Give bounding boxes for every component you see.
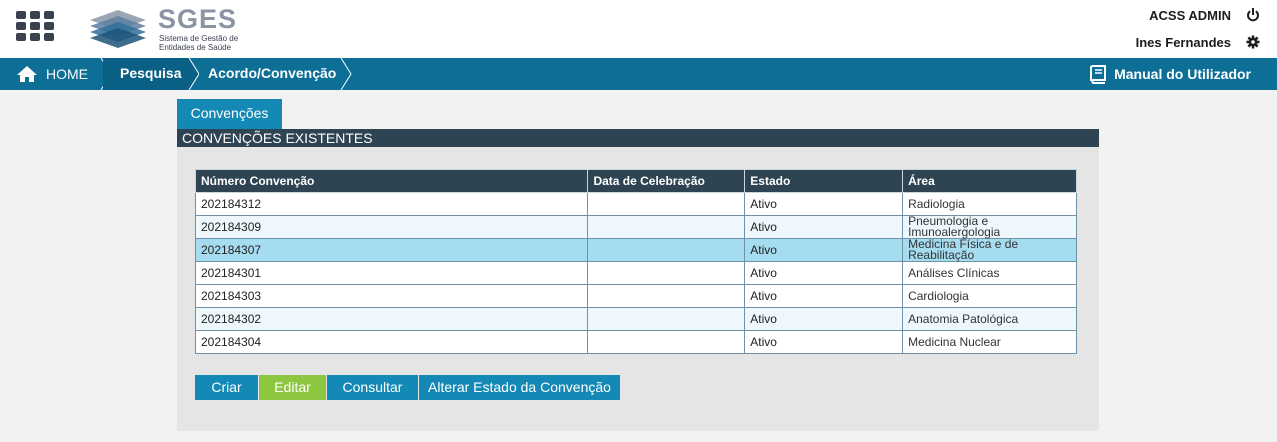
cell-data [587,261,746,285]
cell-area: Pneumologia e Imunoalergologia [902,215,1077,239]
cell-estado: Ativo [744,192,904,216]
table-row[interactable]: 202184312 Ativo Radiologia [194,192,1077,216]
table-row[interactable]: 202184303 Ativo Cardiologia [194,284,1077,308]
user-name[interactable]: Ines Fernandes [1136,35,1231,50]
home-icon [17,66,37,82]
tab-convencoes[interactable]: Convenções [177,99,282,129]
column-header-estado[interactable]: Estado [744,169,904,193]
cell-area: Análises Clínicas [902,261,1077,285]
column-header-data[interactable]: Data de Celebração [587,169,746,193]
cell-numero: 202184303 [194,284,589,308]
cell-numero: 202184307 [194,238,589,262]
cell-data [587,215,746,239]
book-icon [1090,65,1107,84]
manual-link[interactable]: Manual do Utilizador [1088,58,1251,90]
cell-area: Radiologia [902,192,1077,216]
alterar-estado-button[interactable]: Alterar Estado da Convenção [419,375,621,400]
table-row[interactable]: 202184301 Ativo Análises Clínicas [194,261,1077,285]
manual-label: Manual do Utilizador [1114,66,1251,82]
cell-estado: Ativo [744,261,904,285]
cell-data [587,192,746,216]
cell-estado: Ativo [744,330,904,354]
action-buttons: Criar Editar Consultar Alterar Estado da… [195,375,621,400]
breadcrumb-separator-icon [187,58,199,90]
app-name: SGES [158,4,238,34]
table-row[interactable]: 202184302 Ativo Anatomia Patológica [194,307,1077,331]
cell-numero: 202184312 [194,192,589,216]
table-row[interactable]: 202184309 Ativo Pneumologia e Imunoalerg… [194,215,1077,239]
cell-estado: Ativo [744,307,904,331]
cell-estado: Ativo [744,215,904,239]
cell-data [587,238,746,262]
breadcrumb-separator-icon [340,58,352,90]
cell-area: Medicina Física e de Reabilitação [902,238,1077,262]
table-row[interactable]: 202184304 Ativo Medicina Nuclear [194,330,1077,354]
cell-area: Cardiologia [902,284,1077,308]
cell-estado: Ativo [744,284,904,308]
cell-area: Anatomia Patológica [902,307,1077,331]
column-header-numero[interactable]: Número Convenção [194,169,589,193]
top-header: SGES Sistema de Gestão de Entidades de S… [0,0,1277,58]
breadcrumb-acordo-convencao[interactable]: Acordo/Convenção [208,58,336,90]
power-icon[interactable] [1246,7,1260,23]
apps-grid-icon[interactable] [16,11,54,41]
table-header-row: Número Convenção Data de Celebração Esta… [194,169,1077,193]
cell-estado: Ativo [744,238,904,262]
breadcrumb-home[interactable]: HOME [16,58,88,90]
cell-data [587,307,746,331]
cell-data [587,284,746,308]
app-subtitle: Sistema de Gestão de Entidades de Saúde [159,34,239,52]
consultar-button[interactable]: Consultar [327,375,419,400]
sges-logo[interactable]: SGES Sistema de Gestão de Entidades de S… [88,4,258,54]
editar-button[interactable]: Editar [259,375,327,400]
column-header-area[interactable]: Área [902,169,1077,193]
user-role: ACSS ADMIN [1149,8,1231,23]
cell-numero: 202184302 [194,307,589,331]
breadcrumb-home-label: HOME [46,66,88,82]
cell-data [587,330,746,354]
breadcrumb: HOME Pesquisa Acordo/Convenção Manual do… [0,58,1277,90]
breadcrumb-pesquisa[interactable]: Pesquisa [103,58,189,90]
criar-button[interactable]: Criar [195,375,259,400]
gear-icon[interactable] [1246,34,1260,50]
logo-mark-icon [90,10,146,48]
section-title: CONVENÇÕES EXISTENTES [177,129,1099,147]
cell-area: Medicina Nuclear [902,330,1077,354]
table-row-selected[interactable]: 202184307 Ativo Medicina Física e de Rea… [194,238,1077,262]
cell-numero: 202184309 [194,215,589,239]
cell-numero: 202184304 [194,330,589,354]
cell-numero: 202184301 [194,261,589,285]
convencoes-table: Número Convenção Data de Celebração Esta… [194,169,1077,354]
